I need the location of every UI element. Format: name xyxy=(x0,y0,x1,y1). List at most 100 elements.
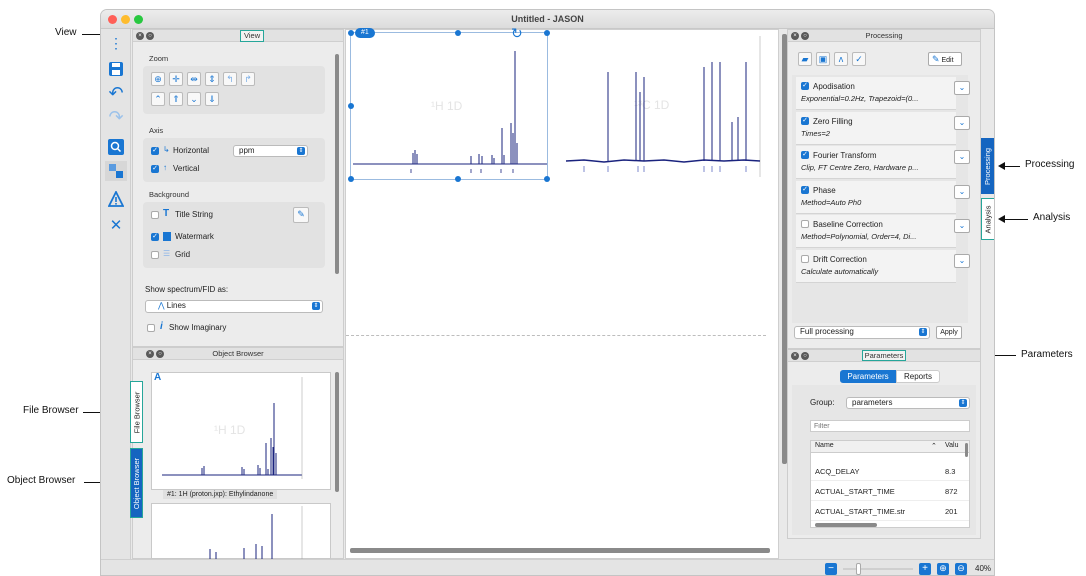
double-chevron-up-icon[interactable]: ⇑ xyxy=(169,92,183,106)
more-options-icon[interactable]: ⋮ xyxy=(105,33,127,53)
selection-handle[interactable] xyxy=(455,30,461,36)
title-string-checkbox[interactable] xyxy=(151,211,159,219)
chevron-down-icon[interactable]: ⌄ xyxy=(954,115,970,130)
edit-button[interactable]: ✎ Edit xyxy=(928,52,962,66)
double-chevron-down-icon[interactable]: ⇓ xyxy=(205,92,219,106)
chevron-down-icon[interactable]: ⌄ xyxy=(954,150,970,164)
close-icon[interactable]: × xyxy=(146,350,154,358)
chevron-up-icon[interactable]: ⌃ xyxy=(151,92,165,106)
table-row[interactable]: ACTUAL_START_TIME 872 xyxy=(811,483,969,501)
tab-parameters[interactable]: Parameters xyxy=(840,370,896,383)
zoom-reset-icon[interactable]: ⊖ xyxy=(955,563,967,575)
selection-handle[interactable] xyxy=(348,30,354,36)
close-icon[interactable]: × xyxy=(136,32,144,40)
parameters-table: Name ⌃ Valu ACQ_DELAY 8.3 ACTUAL_START_TIM… xyxy=(810,440,970,528)
chevron-down-icon[interactable]: ⌄ xyxy=(954,253,970,268)
apply-button[interactable]: Apply xyxy=(936,326,962,339)
column-value[interactable]: Valu xyxy=(945,442,959,449)
warning-icon[interactable] xyxy=(105,189,127,209)
group-select[interactable]: parameters ⇕ xyxy=(846,397,970,409)
processing-step-checkbox[interactable]: ✓ xyxy=(801,82,809,90)
view-tab[interactable]: View xyxy=(240,30,265,42)
filter-input[interactable] xyxy=(810,420,970,432)
show-as-select[interactable]: ⋀ Lines ⇕ xyxy=(145,300,323,313)
workspace-horizontal-scrollbar[interactable] xyxy=(350,548,770,553)
open-icon[interactable]: ▰ xyxy=(798,52,812,66)
float-icon[interactable]: ○ xyxy=(146,32,154,40)
zoom-out-button[interactable]: − xyxy=(825,563,837,575)
table-horizontal-scrollbar[interactable] xyxy=(815,523,877,527)
tab-reports[interactable]: Reports xyxy=(896,370,940,383)
chevron-down-icon[interactable]: ⌄ xyxy=(187,92,201,106)
undo-icon[interactable]: ↶ xyxy=(105,83,127,103)
zoom-forward-icon[interactable]: ↱ xyxy=(241,72,255,86)
processing-step-checkbox[interactable]: ✓ xyxy=(801,151,809,159)
move-icon[interactable]: ✛ xyxy=(169,72,183,86)
processing-step[interactable]: ✓ Fourier Transform Clip, FT Centre Zero, … xyxy=(796,146,970,179)
show-imaginary-checkbox[interactable] xyxy=(147,324,155,332)
object-thumbnail-2[interactable] xyxy=(151,503,331,560)
selection-handle[interactable] xyxy=(455,176,461,182)
processing-mode-select[interactable]: Full processing ⇕ xyxy=(794,326,930,339)
processing-step[interactable]: Drift Correction Calculate automatically ⌄ xyxy=(796,249,970,283)
table-row[interactable]: ACTUAL_START_TIME.str 201 xyxy=(811,503,969,521)
chevron-down-icon[interactable]: ⌄ xyxy=(954,219,970,233)
object-browser-scrollbar[interactable] xyxy=(335,372,339,492)
table-vertical-scrollbar[interactable] xyxy=(965,443,968,457)
processing-step-checkbox[interactable]: ✓ xyxy=(801,185,809,194)
horizontal-axis-checkbox[interactable]: ✓ xyxy=(151,147,159,155)
layout-icon[interactable] xyxy=(105,161,127,181)
column-name[interactable]: Name xyxy=(815,442,834,449)
fit-vertical-icon[interactable]: ⇕ xyxy=(205,72,219,86)
parameter-value: 8.3 xyxy=(945,467,956,476)
float-icon[interactable]: ○ xyxy=(156,350,164,358)
processing-tab[interactable]: Processing xyxy=(981,138,994,194)
zoom-slider-thumb[interactable] xyxy=(856,563,861,575)
zoom-in-icon[interactable]: ⊕ xyxy=(151,72,165,86)
close-icon[interactable]: × xyxy=(791,352,799,360)
processing-step-checkbox[interactable] xyxy=(801,254,809,263)
processing-step[interactable]: ✓ Apodisation Exponential=0.2Hz, Trapezoid… xyxy=(796,77,970,110)
vertical-axis-checkbox[interactable]: ✓ xyxy=(151,165,159,173)
tools-icon[interactable]: ✕ xyxy=(105,215,127,235)
fit-horizontal-icon[interactable]: ⇹ xyxy=(187,72,201,86)
processing-step-checkbox[interactable] xyxy=(801,220,809,228)
lines-icon: ⋀ xyxy=(158,301,167,310)
selection-handle[interactable] xyxy=(544,176,550,182)
edit-title-icon[interactable]: ✎ xyxy=(293,207,309,223)
processing-step[interactable]: Baseline Correction Method=Polynomial, Or… xyxy=(796,215,970,248)
object-thumbnail[interactable]: A ¹H 1D xyxy=(151,372,331,490)
view-panel-scrollbar[interactable] xyxy=(335,54,339,274)
float-icon[interactable]: ○ xyxy=(801,352,809,360)
selection-handle[interactable] xyxy=(544,30,550,36)
save-icon[interactable]: ▣ xyxy=(816,52,830,66)
selection-handle[interactable] xyxy=(348,103,354,109)
redo-icon[interactable]: ↷ xyxy=(105,107,127,127)
processing-step[interactable]: ✓ Zero Filling Times=2 ⌄ xyxy=(796,111,970,145)
float-icon[interactable]: ○ xyxy=(801,32,809,40)
process-check-icon[interactable]: ✓ xyxy=(852,52,866,66)
zoom-in-button[interactable]: + xyxy=(919,563,931,575)
table-row[interactable]: ACQ_DELAY 8.3 xyxy=(811,463,969,481)
process-icon[interactable]: ʌ xyxy=(834,52,848,66)
zoom-view-icon[interactable] xyxy=(105,137,127,157)
object-browser-tab[interactable]: Object Browser xyxy=(130,448,143,518)
chevron-down-icon[interactable]: ⌄ xyxy=(954,184,970,199)
rotate-icon[interactable]: ↻ xyxy=(511,25,523,42)
file-browser-tab[interactable]: File Browser xyxy=(130,381,143,443)
spectrum-13c[interactable]: ¹³C 1D xyxy=(564,32,770,180)
zoom-back-icon[interactable]: ↰ xyxy=(223,72,237,86)
chevron-down-icon[interactable]: ⌄ xyxy=(954,81,970,95)
spectrum-1h[interactable]: #1 ¹H 1D ↻ xyxy=(348,25,550,182)
watermark-checkbox[interactable]: ✓ xyxy=(151,233,159,241)
grid-checkbox[interactable] xyxy=(151,251,159,259)
zoom-fit-icon[interactable]: ⊕ xyxy=(937,563,949,575)
axis-unit-select[interactable]: ppm ⇕ xyxy=(233,145,308,157)
save-icon[interactable] xyxy=(105,59,127,79)
analysis-tab[interactable]: Analysis xyxy=(981,198,994,240)
processing-step-checkbox[interactable]: ✓ xyxy=(801,116,809,125)
close-icon[interactable]: × xyxy=(791,32,799,40)
processing-step[interactable]: ✓ Phase Method=Auto Ph0 ⌄ xyxy=(796,180,970,214)
selection-handle[interactable] xyxy=(348,176,354,182)
zoom-slider[interactable] xyxy=(843,568,913,570)
